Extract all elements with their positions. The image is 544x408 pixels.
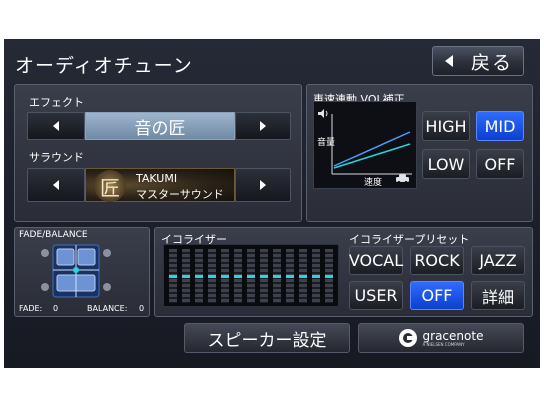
fade-balance-title: FADE/BALANCE	[19, 230, 88, 240]
left-arrow-icon	[53, 180, 59, 190]
speaker-settings-button[interactable]: スピーカー設定	[184, 323, 350, 353]
eq-preset-detail-button[interactable]: 詳細	[471, 281, 525, 310]
effect-prev-button[interactable]	[27, 112, 85, 140]
effect-next-button[interactable]	[235, 112, 291, 140]
eq-band-level-4	[208, 275, 216, 278]
fade-balance-panel[interactable]: FADE/BALANCE FADE: 0 BALANCE: 0	[14, 227, 150, 317]
graph-line-high	[333, 131, 411, 167]
surround-value: 匠 TAKUMI マスターサウンド	[85, 168, 235, 202]
car-icon	[396, 174, 409, 184]
eq-band-level-13	[325, 275, 333, 278]
effect-surround-panel: エフェクト 音の匠 サラウンド 匠 TAKUMI マスターサウンド	[14, 84, 302, 222]
eq-preset-user-button[interactable]: USER	[349, 281, 403, 310]
speaker-settings-label: スピーカー設定	[207, 330, 327, 351]
eq-band-level-6	[234, 275, 242, 278]
back-arrow-icon	[445, 55, 453, 67]
surround-value-line2: マスターサウンド	[136, 188, 224, 201]
vol-off-button[interactable]: OFF	[476, 149, 524, 179]
eq-band-level-2	[182, 275, 190, 278]
eq-band-level-12	[312, 275, 320, 278]
vol-high-button[interactable]: HIGH	[422, 111, 470, 141]
eq-band-level-8	[260, 275, 268, 278]
effect-label: エフェクト	[29, 96, 84, 109]
gracenote-label: gracenote	[422, 328, 484, 343]
eq-band-level-5	[221, 275, 229, 278]
page-title: オーディオチューン	[15, 55, 193, 77]
surround-next-button[interactable]	[235, 168, 291, 202]
fade-label: FADE:	[19, 304, 43, 313]
eq-band-level-1	[169, 275, 177, 278]
surround-prev-button[interactable]	[27, 168, 85, 202]
surround-label: サラウンド	[29, 151, 84, 164]
eq-preset-rock-button[interactable]: ROCK	[410, 246, 464, 275]
equalizer-panel: イコライザー イコライザープリセット VOCAL ROCK JAZZ USER …	[154, 227, 533, 317]
eq-preset-off-button[interactable]: OFF	[410, 281, 464, 310]
fade-value: 0	[53, 304, 59, 313]
gracenote-sublabel: A NIELSEN COMPANY	[422, 341, 465, 347]
eq-band-level-10	[286, 275, 294, 278]
right-arrow-icon	[260, 180, 266, 190]
eq-preset-jazz-button[interactable]: JAZZ	[471, 246, 525, 275]
eq-band-level-3	[195, 275, 203, 278]
left-arrow-icon	[53, 121, 59, 131]
sound-wave-icon	[325, 110, 328, 117]
eq-band-level-7	[247, 275, 255, 278]
graph-ylabel: 音量	[317, 138, 336, 148]
back-button[interactable]: 戻る	[432, 46, 524, 76]
gracenote-logo-icon	[398, 329, 417, 347]
right-arrow-icon	[260, 121, 266, 131]
balance-value: 0	[139, 304, 145, 313]
eq-band-level-9	[273, 275, 281, 278]
audio-tune-screen: オーディオチューン 戻る エフェクト 音の匠 サラウンド 匠 TAKUMI マス…	[4, 39, 540, 368]
graph-line-mid	[333, 143, 411, 169]
vol-low-button[interactable]: LOW	[422, 149, 470, 179]
graph-xlabel: 速度	[364, 178, 383, 188]
balance-label: BALANCE:	[87, 304, 128, 313]
effect-value: 音の匠	[85, 112, 235, 140]
gracenote-button[interactable]: gracenote A NIELSEN COMPANY	[358, 323, 524, 353]
vol-mid-button[interactable]: MID	[476, 111, 524, 141]
speaker-icon	[318, 109, 324, 118]
vol-correction-graph: 音量 速度	[313, 101, 417, 189]
eq-preset-title: イコライザープリセット	[349, 233, 470, 246]
equalizer-bands[interactable]	[163, 244, 339, 307]
fade-balance-grid[interactable]	[39, 243, 113, 299]
takumi-logo-icon: 匠	[94, 170, 126, 202]
eq-preset-vocal-button[interactable]: VOCAL	[349, 246, 403, 275]
back-button-label: 戻る	[471, 51, 514, 74]
surround-value-line1: TAKUMI	[136, 172, 178, 185]
vol-correction-panel: 車速連動 VOL補正 音量 速度 HIGH MID LOW OFF	[306, 84, 533, 222]
eq-band-level-11	[299, 275, 307, 278]
car-cabin-icon	[41, 244, 111, 298]
